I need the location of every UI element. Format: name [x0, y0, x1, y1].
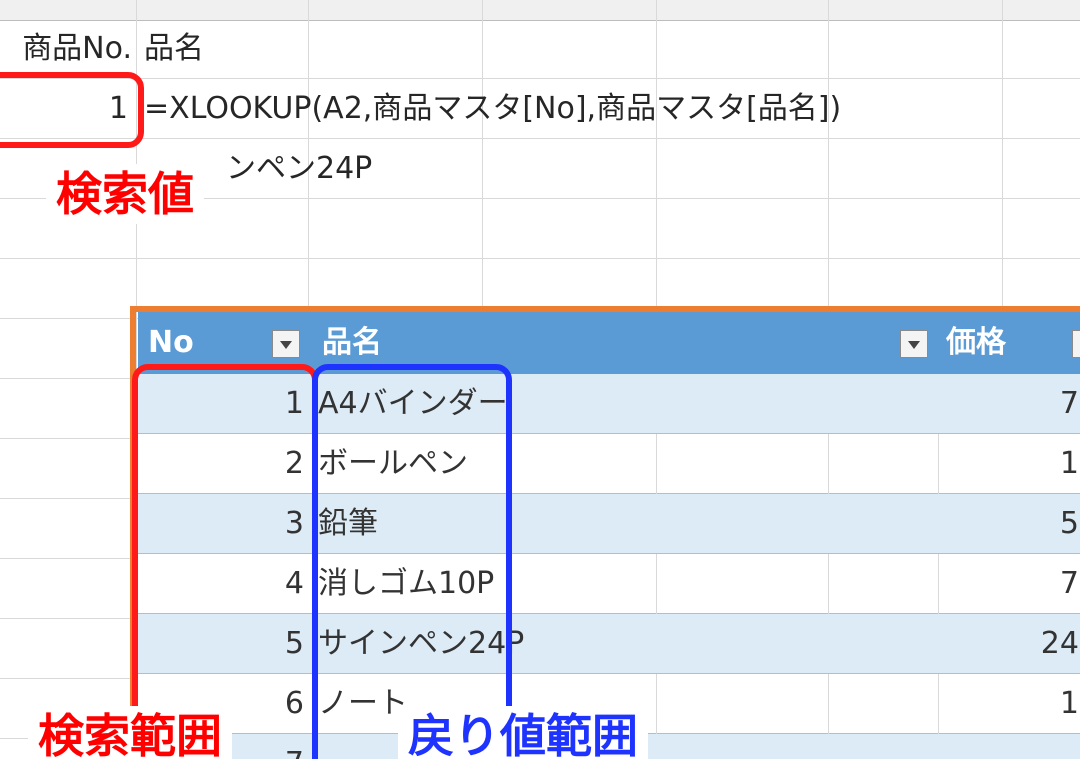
header-no[interactable]: No [148, 312, 194, 374]
gridline [656, 0, 657, 312]
row-name: ボールペン [318, 446, 468, 481]
cell-b1-text: 品名 [144, 31, 204, 66]
cell-b3-result[interactable]: ンペン24P [226, 140, 526, 198]
row-price: 77 [1059, 386, 1080, 421]
table-row[interactable]: 2 ボールペン 11 [138, 434, 1080, 494]
gridline [938, 554, 939, 614]
header-price-label: 価格 [946, 325, 1006, 360]
spreadsheet-view: 商品No. 品名 1 =XLOOKUP(A2,商品マスタ[No],商品マスタ[品… [0, 0, 1080, 759]
formula-text: =XLOOKUP(A2,商品マスタ[No],商品マスタ[品名]) [144, 91, 842, 126]
table-row[interactable]: 1 A4バインダー 77 [138, 374, 1080, 434]
cell-b1[interactable]: 品名 [144, 20, 304, 78]
cell-a2-lookup-value[interactable]: 1 [0, 80, 128, 138]
row-name: ノート [318, 686, 408, 721]
return-range-label: 戻り値範囲 [398, 706, 648, 759]
result-text: ンペン24P [226, 151, 373, 186]
lookup-range-label: 検索範囲 [28, 706, 232, 759]
cell-a1[interactable]: 商品No. [0, 20, 132, 78]
row-name: 鉛筆 [318, 506, 378, 541]
filter-dropdown-icon[interactable] [1072, 330, 1080, 358]
table-header-row: No 品名 価格 [138, 312, 1080, 374]
row-price [958, 734, 1080, 759]
column-header-bar[interactable] [0, 0, 1080, 21]
cell-b2-formula[interactable]: =XLOOKUP(A2,商品マスタ[No],商品マスタ[品名]) [144, 80, 1074, 138]
row-no: 3 [284, 506, 304, 541]
row-price: 11 [1059, 446, 1080, 481]
filter-dropdown-icon[interactable] [900, 330, 928, 358]
gridline [0, 78, 1080, 79]
cell-a1-text: 商品No. [22, 31, 132, 66]
row-no: 4 [284, 566, 304, 601]
row-name: サインペン24P [318, 626, 525, 661]
gridline [938, 674, 939, 734]
filter-dropdown-icon[interactable] [272, 330, 300, 358]
row-price: 77 [1059, 566, 1080, 601]
row-price: 11 [1059, 686, 1080, 721]
header-price[interactable]: 価格 [946, 312, 1006, 374]
gridline [1002, 0, 1003, 312]
row-no: 2 [284, 446, 304, 481]
gridline [828, 434, 829, 494]
row-price: 55 [1059, 506, 1080, 541]
gridline [136, 0, 137, 759]
table-border-left [130, 306, 136, 759]
product-master-table: No 品名 価格 1 A4バインダー 77 2 ボールペン 11 3 [138, 312, 1080, 759]
gridline [0, 258, 1080, 259]
gridline [938, 434, 939, 494]
gridline [828, 0, 829, 312]
gridline [656, 434, 657, 494]
table-row[interactable]: 4 消しゴム10P 77 [138, 554, 1080, 614]
row-name: A4バインダー [318, 386, 508, 421]
lookup-value-label: 検索値 [46, 164, 204, 224]
header-no-label: No [148, 325, 194, 360]
gridline [656, 674, 657, 734]
header-name[interactable]: 品名 [322, 312, 382, 374]
row-price: 240 [1040, 626, 1080, 661]
gridline [828, 554, 829, 614]
row-no: 1 [284, 386, 304, 421]
gridline [656, 554, 657, 614]
gridline [0, 138, 1080, 139]
table-row[interactable]: 5 サインペン24P 240 [138, 614, 1080, 674]
row-no: 5 [284, 626, 304, 661]
row-name: 消しゴム10P [318, 566, 495, 601]
cell-a2-text: 1 [108, 91, 128, 126]
header-name-label: 品名 [322, 325, 382, 360]
gridline [828, 674, 829, 734]
table-row[interactable]: 3 鉛筆 55 [138, 494, 1080, 554]
